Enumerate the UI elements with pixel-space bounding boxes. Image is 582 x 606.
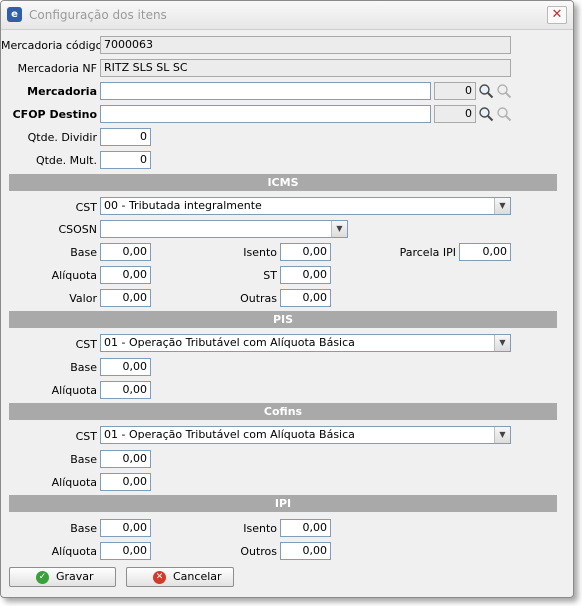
chevron-down-icon: ▼: [494, 198, 510, 214]
pis-base-field[interactable]: 0,00: [100, 358, 151, 376]
cfop-label: CFOP Destino: [12, 108, 97, 121]
ipi-aliquota-label: Alíquota: [51, 545, 97, 558]
ipi-base-field[interactable]: 0,00: [100, 519, 151, 537]
check-icon: ✓: [36, 571, 49, 584]
mercadoria-label: Mercadoria: [27, 85, 97, 98]
cofins-aliquota-label: Alíquota: [51, 476, 97, 489]
title-bar: e Configuração dos itens ✕: [1, 1, 573, 30]
icms-st-label: ST: [263, 269, 277, 282]
qtde-dividir-field[interactable]: 0: [100, 128, 151, 146]
nf-field[interactable]: RITZ SLS SL SC: [100, 59, 511, 77]
pis-cst-value: 01 - Operação Tributável com Alíquota Bá…: [104, 336, 355, 349]
cofins-aliquota-field[interactable]: 0,00: [100, 473, 151, 491]
qtde-mult-field[interactable]: 0: [100, 151, 151, 169]
chevron-down-icon: ▼: [494, 335, 510, 351]
pis-cst-label: CST: [75, 338, 97, 351]
cofins-section-header: Cofins: [9, 403, 557, 420]
ipi-outros-label: Outros: [240, 545, 277, 558]
ipi-isento-field[interactable]: 0,00: [280, 519, 331, 537]
chevron-down-icon: ▼: [494, 427, 510, 443]
icms-valor-label: Valor: [69, 292, 97, 305]
icms-aliquota-label: Alíquota: [51, 269, 97, 282]
icms-isento-label: Isento: [243, 246, 277, 259]
ipi-outros-field[interactable]: 0,00: [280, 542, 331, 560]
codigo-field[interactable]: 7000063: [100, 36, 511, 54]
close-button[interactable]: ✕: [547, 6, 567, 24]
cofins-cst-value: 01 - Operação Tributável com Alíquota Bá…: [104, 428, 355, 441]
icms-valor-field[interactable]: 0,00: [100, 289, 151, 307]
cfop-search-icon[interactable]: [478, 106, 494, 122]
cofins-base-label: Base: [70, 453, 97, 466]
icms-outras-label: Outras: [240, 292, 277, 305]
icms-section-header: ICMS: [9, 174, 557, 191]
icms-outras-field[interactable]: 0,00: [280, 289, 331, 307]
ipi-isento-label: Isento: [243, 522, 277, 535]
cofins-base-field[interactable]: 0,00: [100, 450, 151, 468]
parcela-ipi-label: Parcela IPI: [399, 246, 456, 259]
csosn-select[interactable]: ▼: [100, 220, 348, 238]
ipi-base-label: Base: [70, 522, 97, 535]
icms-cst-value: 00 - Tributada integralmente: [104, 199, 262, 212]
mercadoria-search-icon[interactable]: [478, 83, 494, 99]
parcela-ipi-field[interactable]: 0,00: [459, 243, 511, 261]
csosn-label: CSOSN: [58, 223, 97, 236]
cancel-button-label: Cancelar: [173, 570, 222, 583]
app-icon: e: [7, 7, 22, 22]
icms-cst-select[interactable]: 00 - Tributada integralmente ▼: [100, 197, 511, 215]
cofins-cst-label: CST: [75, 430, 97, 443]
icms-base-label: Base: [70, 246, 97, 259]
ipi-section-header: IPI: [9, 495, 557, 512]
qtde-mult-label: Qtde. Mult.: [35, 154, 97, 167]
cfop-code-field[interactable]: 0: [434, 105, 476, 123]
icms-isento-field[interactable]: 0,00: [280, 243, 331, 261]
dialog-window: e Configuração dos itens ✕ Mercadoria có…: [0, 0, 574, 598]
cfop-clear-search-icon[interactable]: [496, 106, 512, 122]
icms-base-field[interactable]: 0,00: [100, 243, 151, 261]
mercadoria-field[interactable]: [100, 82, 431, 100]
save-button-label: Gravar: [56, 570, 94, 583]
pis-cst-select[interactable]: 01 - Operação Tributável com Alíquota Bá…: [100, 334, 511, 352]
save-button[interactable]: ✓ Gravar: [9, 567, 116, 587]
pis-aliquota-field[interactable]: 0,00: [100, 381, 151, 399]
chevron-down-icon: ▼: [331, 221, 347, 237]
cancel-icon: ✕: [153, 571, 166, 584]
cofins-cst-select[interactable]: 01 - Operação Tributável com Alíquota Bá…: [100, 426, 511, 444]
icms-aliquota-field[interactable]: 0,00: [100, 266, 151, 284]
mercadoria-code-field[interactable]: 0: [434, 82, 476, 100]
qtde-dividir-label: Qtde. Dividir: [27, 131, 97, 144]
ipi-aliquota-field[interactable]: 0,00: [100, 542, 151, 560]
nf-label: Mercadoria NF: [17, 62, 97, 75]
codigo-label: Mercadoria código: [1, 39, 103, 52]
cancel-button[interactable]: ✕ Cancelar: [126, 567, 234, 587]
pis-base-label: Base: [70, 361, 97, 374]
mercadoria-clear-search-icon[interactable]: [496, 83, 512, 99]
pis-section-header: PIS: [9, 311, 557, 328]
icms-cst-label: CST: [75, 201, 97, 214]
window-title: Configuração dos itens: [29, 8, 167, 22]
pis-aliquota-label: Alíquota: [51, 384, 97, 397]
icms-st-field[interactable]: 0,00: [280, 266, 331, 284]
cfop-field[interactable]: [100, 105, 431, 123]
